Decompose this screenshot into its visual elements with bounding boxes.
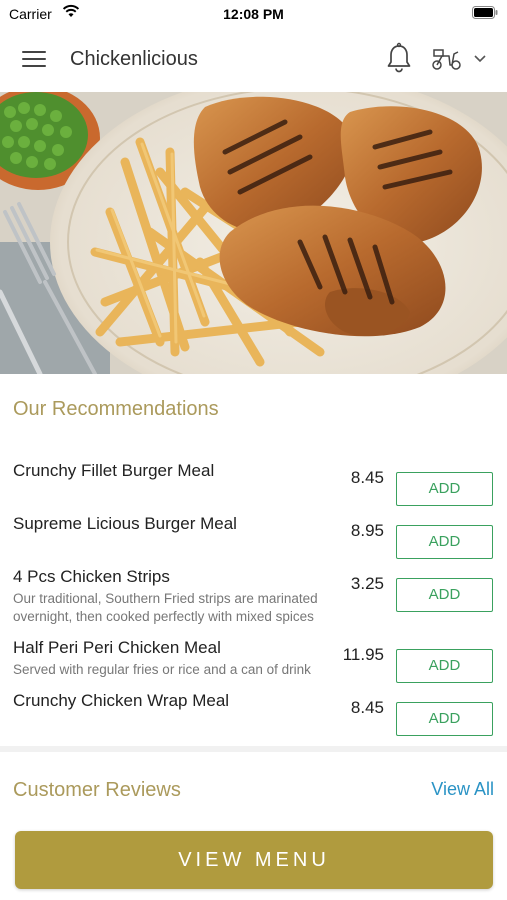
item-price: 8.45 <box>350 468 384 487</box>
item-price: 11.95 <box>342 645 384 664</box>
item-name: Supreme Licious Burger Meal <box>13 514 237 533</box>
item-name: Crunchy Chicken Wrap Meal <box>13 691 230 710</box>
item-price: 8.95 <box>350 521 384 540</box>
hamburger-menu-icon[interactable] <box>22 49 48 69</box>
app-title: Chickenlicious <box>70 48 198 70</box>
item-name: Half Peri Peri Chicken Meal <box>13 638 221 657</box>
view-all-link[interactable]: View All <box>431 779 494 800</box>
add-button[interactable]: ADD <box>396 702 493 736</box>
item-price: 3.25 <box>350 574 384 593</box>
battery-icon <box>472 6 498 19</box>
recommendations-heading: Our Recommendations <box>13 398 219 420</box>
delivery-scooter-icon[interactable] <box>430 46 464 72</box>
add-button[interactable]: ADD <box>396 649 493 683</box>
hero-food-image <box>0 92 507 374</box>
app-header: Chickenlicious <box>0 28 507 93</box>
item-description: Our traditional, Southern Fried strips a… <box>13 591 318 624</box>
customer-reviews-heading: Customer Reviews <box>13 779 181 801</box>
add-button[interactable]: ADD <box>396 578 493 612</box>
add-button[interactable]: ADD <box>396 472 493 506</box>
item-description: Served with regular fries or rice and a … <box>13 662 311 677</box>
status-bar: Carrier 12:08 PM <box>0 0 507 28</box>
section-divider <box>0 746 507 752</box>
item-price: 8.45 <box>350 698 384 717</box>
status-time: 12:08 PM <box>223 6 284 22</box>
item-name: 4 Pcs Chicken Strips <box>13 567 170 586</box>
item-name: Crunchy Fillet Burger Meal <box>13 461 215 480</box>
chevron-down-icon[interactable] <box>472 52 488 64</box>
add-button[interactable]: ADD <box>396 525 493 559</box>
notification-bell-icon[interactable] <box>385 42 413 74</box>
view-menu-button[interactable]: VIEW MENU <box>15 831 493 889</box>
